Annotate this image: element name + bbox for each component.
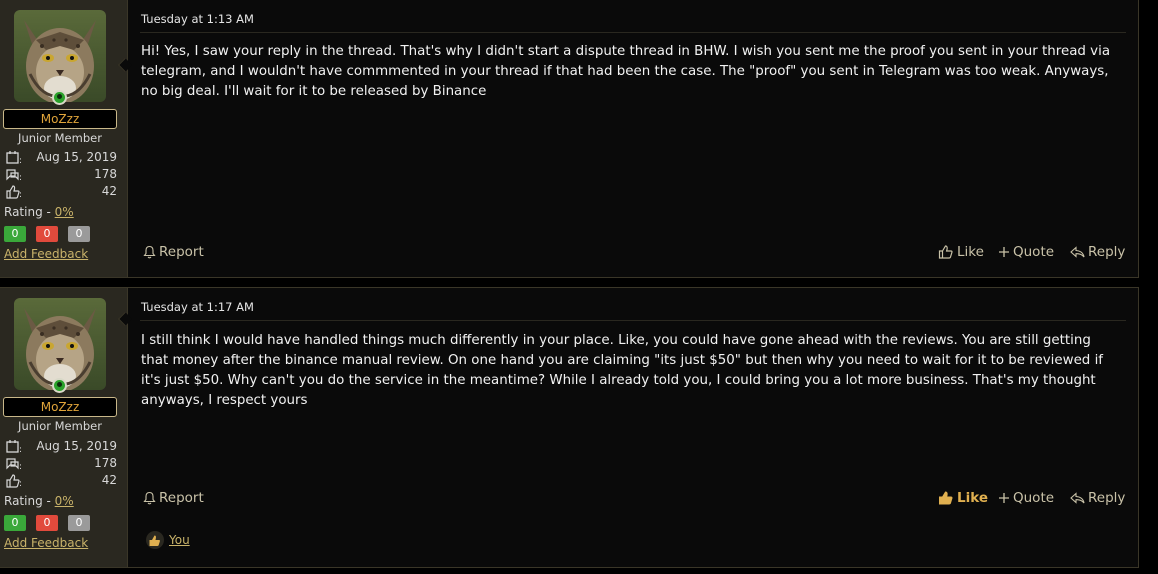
reply-label: Reply — [1088, 244, 1126, 260]
svg-text::: : — [19, 156, 22, 166]
add-feedback-link[interactable]: Add Feedback — [4, 536, 88, 550]
post-date[interactable]: Tuesday at 1:17 AM — [141, 300, 254, 314]
divider — [140, 32, 1126, 33]
negative-feedback-badge[interactable]: 0 — [36, 515, 58, 531]
post: MoZzz Junior Member : Aug 15, 2019 : 178… — [0, 287, 1139, 568]
plus-icon — [999, 247, 1009, 257]
join-date-stat: : Aug 15, 2019 — [5, 150, 117, 166]
avatar[interactable] — [14, 298, 106, 390]
report-label: Report — [159, 244, 204, 260]
rating: Rating - 0% — [4, 494, 74, 508]
username[interactable]: MoZzz — [3, 109, 117, 129]
user-rank: Junior Member — [18, 131, 102, 145]
quote-label: Quote — [1013, 244, 1055, 260]
message-count: 178 — [94, 167, 117, 181]
report-label: Report — [159, 490, 204, 506]
add-feedback-link[interactable]: Add Feedback — [4, 247, 88, 261]
online-icon — [52, 378, 67, 393]
post-body: I still think I would have handled thing… — [141, 333, 1103, 408]
bell-icon — [143, 245, 156, 259]
rating-link[interactable]: 0% — [55, 494, 74, 508]
rating-label: Rating - — [4, 494, 55, 508]
post-date[interactable]: Tuesday at 1:13 AM — [141, 12, 254, 26]
reply-icon — [1070, 245, 1085, 258]
quote-button[interactable]: Quote — [998, 244, 1054, 260]
reply-button[interactable]: Reply — [1070, 244, 1125, 260]
user-panel: MoZzz Junior Member : Aug 15, 2019 : 178… — [0, 0, 128, 277]
messages-icon: : — [6, 458, 22, 472]
calendar-icon: : — [6, 151, 22, 166]
report-button[interactable]: Report — [143, 244, 204, 260]
reply-label: Reply — [1088, 490, 1126, 506]
svg-text::: : — [19, 462, 22, 472]
neutral-feedback-badge[interactable]: 0 — [68, 515, 90, 531]
thumbs-up-icon: : — [6, 185, 22, 200]
rating: Rating - 0% — [4, 205, 74, 219]
reaction-user-link[interactable]: You — [169, 533, 190, 547]
messages-stat: : 178 — [5, 167, 117, 183]
thumbs-up-icon — [938, 245, 953, 259]
thumbs-up-icon — [939, 491, 953, 505]
message-count: 178 — [94, 456, 117, 470]
join-date: Aug 15, 2019 — [36, 439, 117, 453]
quote-button[interactable]: Quote — [998, 490, 1054, 506]
reactions-bar: You — [146, 531, 190, 549]
negative-feedback-badge[interactable]: 0 — [36, 226, 58, 242]
messages-icon: : — [6, 169, 22, 183]
svg-text::: : — [19, 190, 22, 200]
reply-icon — [1070, 491, 1085, 504]
reaction-score: 42 — [101, 184, 117, 198]
avatar[interactable] — [14, 10, 106, 102]
reaction-score: 42 — [101, 473, 117, 487]
positive-feedback-badge[interactable]: 0 — [4, 226, 26, 242]
username[interactable]: MoZzz — [3, 397, 117, 417]
thumbs-up-icon: : — [6, 474, 22, 489]
plus-icon — [999, 493, 1009, 503]
messages-stat: : 178 — [5, 456, 117, 472]
like-button[interactable]: Like — [938, 244, 984, 260]
neutral-feedback-badge[interactable]: 0 — [68, 226, 90, 242]
user-panel: MoZzz Junior Member : Aug 15, 2019 : 178… — [0, 288, 128, 567]
rating-link[interactable]: 0% — [55, 205, 74, 219]
like-label: Like — [957, 244, 984, 260]
join-date-stat: : Aug 15, 2019 — [5, 439, 117, 455]
user-rank: Junior Member — [18, 419, 102, 433]
reactions-stat: : 42 — [5, 184, 117, 200]
post: MoZzz Junior Member : Aug 15, 2019 : 178… — [0, 0, 1139, 278]
like-button[interactable]: Like — [938, 490, 988, 506]
svg-text::: : — [19, 445, 22, 455]
like-label: Like — [957, 490, 989, 506]
quote-label: Quote — [1013, 490, 1055, 506]
calendar-icon: : — [6, 440, 22, 455]
reactions-stat: : 42 — [5, 473, 117, 489]
svg-text::: : — [19, 173, 22, 183]
rating-label: Rating - — [4, 205, 55, 219]
positive-feedback-badge[interactable]: 0 — [4, 515, 26, 531]
reply-button[interactable]: Reply — [1070, 490, 1125, 506]
join-date: Aug 15, 2019 — [36, 150, 117, 164]
online-icon — [52, 90, 67, 105]
svg-text::: : — [19, 479, 22, 489]
report-button[interactable]: Report — [143, 490, 204, 506]
divider — [140, 320, 1126, 321]
post-body: Hi! Yes, I saw your reply in the thread.… — [141, 44, 1111, 99]
bell-icon — [143, 491, 156, 505]
thumbs-up-icon — [146, 531, 164, 549]
